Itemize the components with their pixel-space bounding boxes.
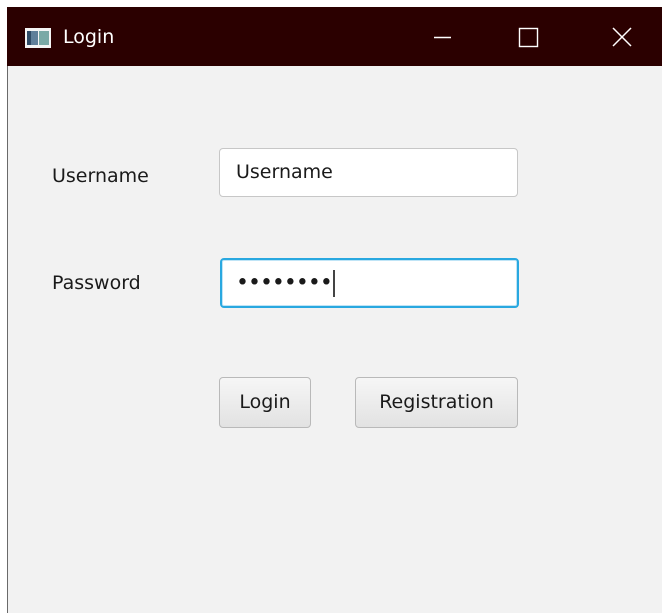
close-icon bbox=[612, 27, 632, 47]
maximize-button[interactable] bbox=[498, 7, 558, 66]
maximize-icon bbox=[518, 27, 539, 48]
username-input[interactable]: Username bbox=[219, 148, 518, 197]
username-value: Username bbox=[236, 161, 333, 183]
password-label: Password bbox=[52, 272, 141, 294]
username-label: Username bbox=[52, 165, 149, 187]
minimize-button[interactable] bbox=[411, 7, 471, 66]
password-input[interactable]: •••••••• bbox=[220, 258, 519, 308]
app-window-icon bbox=[25, 28, 51, 48]
title-bar[interactable]: Login bbox=[7, 7, 662, 66]
registration-button[interactable]: Registration bbox=[355, 377, 518, 428]
window-title: Login bbox=[63, 26, 115, 48]
login-window: Login Username Username Password •••••••… bbox=[7, 7, 662, 613]
close-button[interactable] bbox=[592, 7, 652, 66]
login-button[interactable]: Login bbox=[219, 377, 311, 428]
text-caret bbox=[332, 270, 335, 297]
minimize-icon bbox=[434, 36, 451, 39]
password-masked-value: •••••••• bbox=[236, 270, 333, 296]
